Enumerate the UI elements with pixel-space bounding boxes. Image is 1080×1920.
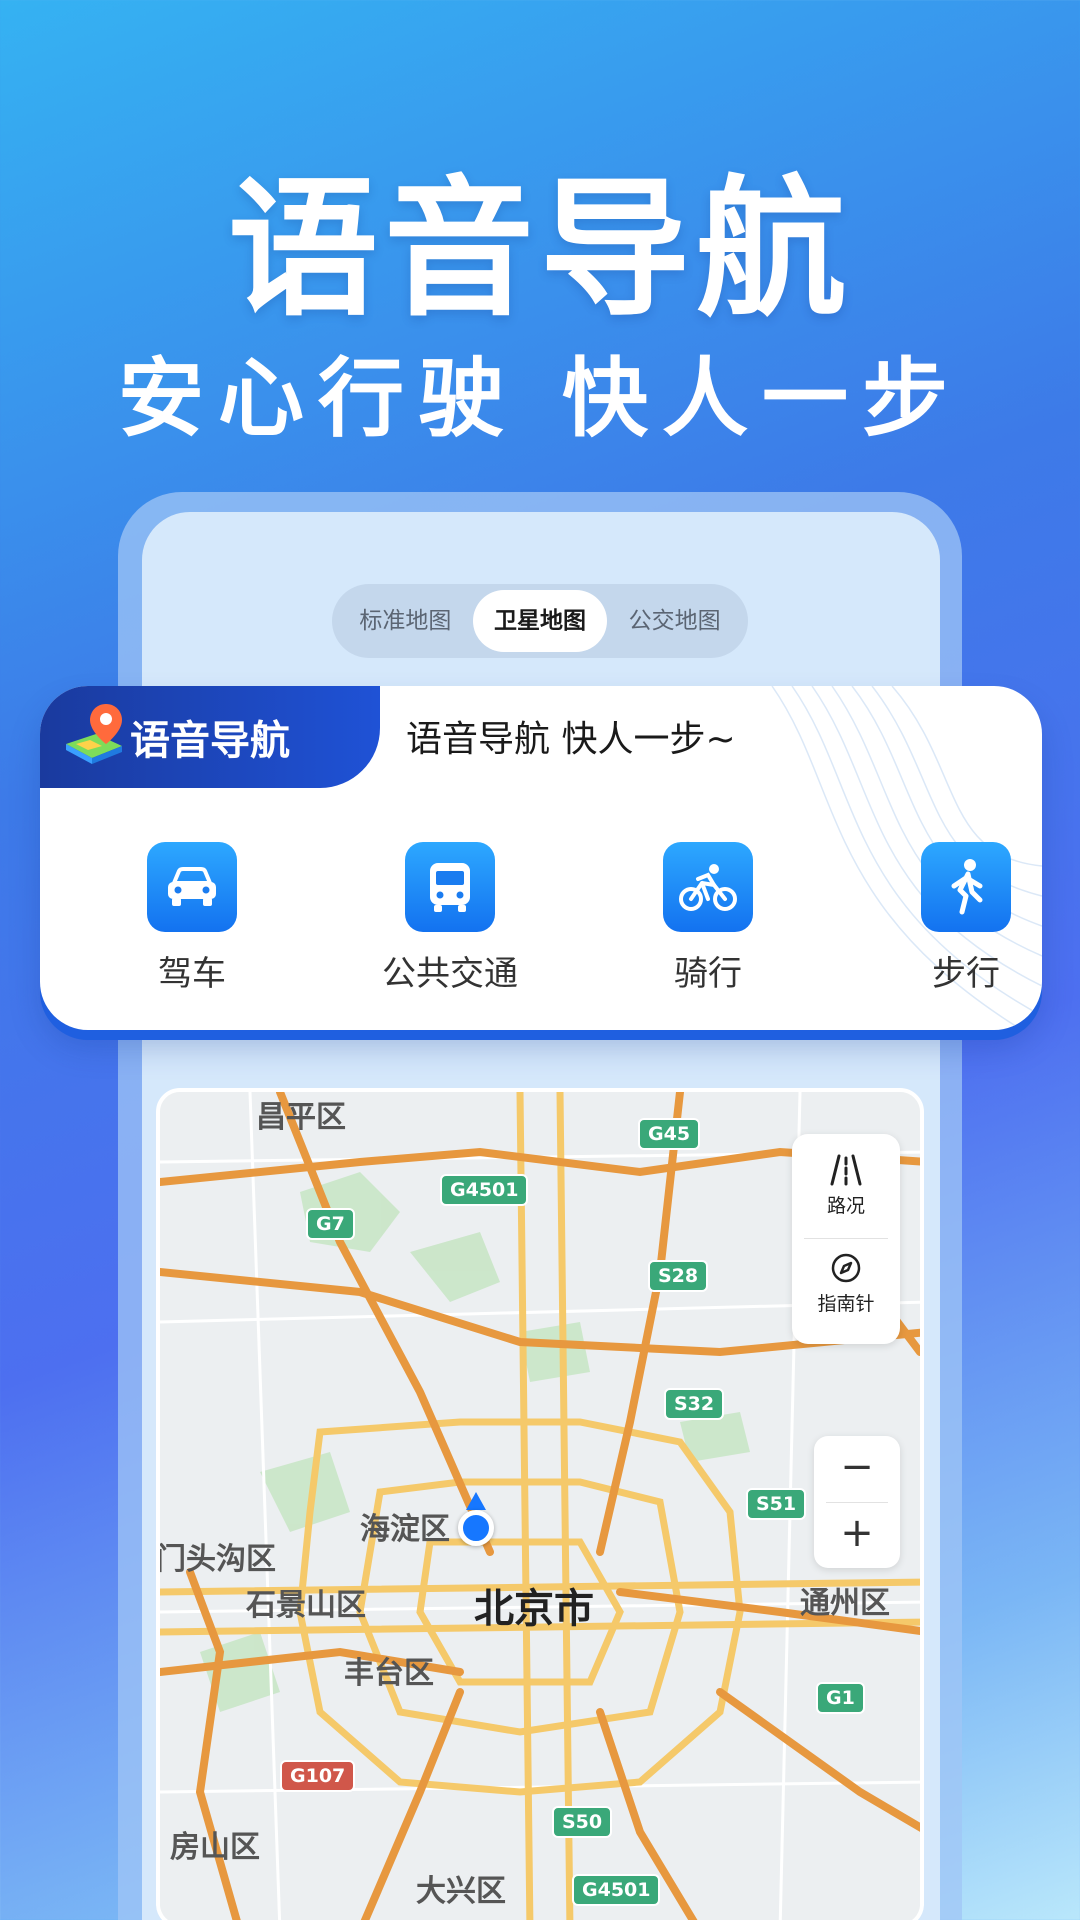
navigation-card: 语音导航 语音导航 快人一步~ 驾车 公共交通 骑行 步行 (40, 686, 1042, 1030)
traffic-label: 路况 (826, 1195, 865, 1217)
map-city-label: 北京市 (474, 1586, 594, 1632)
hero-subtitle: 安心行驶 快人一步 (118, 349, 962, 449)
mode-walk-label: 步行 (932, 954, 1000, 994)
highway-shield: G4501 (440, 1174, 529, 1206)
map-mode-toggle: 标准地图 卫星地图 公交地图 (332, 584, 748, 658)
divider (804, 1238, 888, 1239)
zoom-control: − + (814, 1436, 900, 1568)
highway-shield: G1 (816, 1682, 865, 1714)
mode-transit-label: 公共交通 (382, 954, 518, 994)
mode-walk[interactable]: 步行 (866, 842, 1042, 995)
map-district-label: 丰台区 (344, 1656, 434, 1691)
heading-arrow-icon (466, 1492, 486, 1510)
map-district-label: 海淀区 (360, 1512, 450, 1547)
highway-shield: G45 (638, 1118, 701, 1150)
compass-label: 指南针 (817, 1293, 875, 1315)
highway-shield: G7 (306, 1208, 355, 1240)
map-district-label: 石景山区 (246, 1588, 366, 1623)
hero-title: 语音导航 (227, 163, 852, 337)
map-district-label: 房山区 (170, 1830, 260, 1865)
map-district-label: 大兴区 (416, 1874, 506, 1909)
current-location-marker (458, 1510, 494, 1546)
map-mode-transit[interactable]: 公交地图 (607, 590, 742, 652)
zoom-out-button[interactable]: − (814, 1436, 900, 1502)
highway-shield: G4501 (572, 1874, 661, 1906)
mode-bike[interactable]: 骑行 (608, 842, 808, 995)
map-mode-satellite[interactable]: 卫星地图 (472, 590, 608, 652)
zoom-in-button[interactable]: + (814, 1502, 900, 1568)
highway-shield: S50 (552, 1806, 613, 1838)
voice-nav-tag: 语音导航 (40, 686, 380, 788)
walk-icon (921, 842, 1011, 932)
map-district-label: 通州区 (800, 1586, 890, 1621)
map-mode-standard[interactable]: 标准地图 (338, 590, 473, 652)
road-icon (830, 1154, 862, 1186)
voice-nav-tag-label: 语音导航 (130, 718, 290, 764)
mode-drive-label: 驾车 (158, 954, 226, 994)
map-pin-icon (66, 704, 122, 764)
map-district-label: 门头沟区 (156, 1542, 276, 1577)
map-tool-panel: 路况 指南针 (792, 1134, 900, 1344)
map-district-label: 昌平区 (256, 1100, 346, 1135)
mode-drive[interactable]: 驾车 (92, 842, 292, 995)
mode-transit[interactable]: 公共交通 (350, 842, 550, 995)
highway-shield: S32 (664, 1388, 725, 1420)
compass-button[interactable]: 指南针 (792, 1252, 900, 1316)
compass-icon (831, 1253, 861, 1283)
nav-slogan: 语音导航 快人一步~ (406, 719, 736, 760)
car-icon (147, 842, 237, 932)
bus-icon (405, 842, 495, 932)
highway-shield: S28 (648, 1260, 709, 1292)
mode-bike-label: 骑行 (674, 954, 742, 994)
bicycle-icon (663, 842, 753, 932)
highway-shield: S51 (746, 1488, 807, 1520)
traffic-button[interactable]: 路况 (792, 1154, 900, 1218)
highway-shield: G107 (280, 1760, 356, 1792)
